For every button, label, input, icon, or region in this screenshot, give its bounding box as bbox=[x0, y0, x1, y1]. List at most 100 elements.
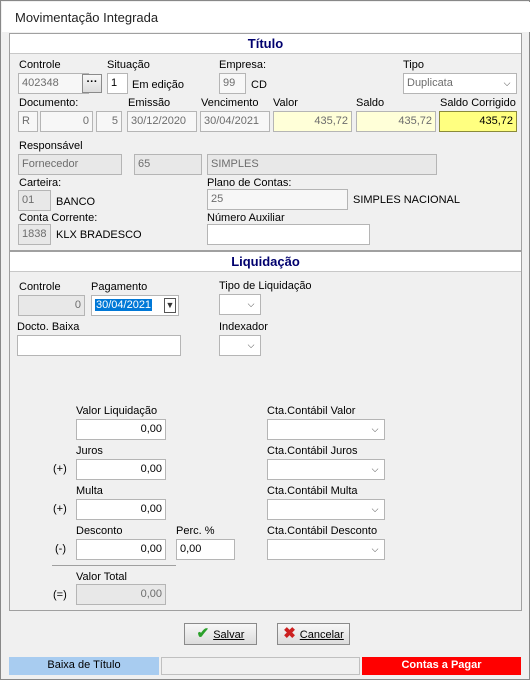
conta-corrente-label: Conta Corrente: bbox=[19, 212, 98, 224]
emissao-label: Emissão bbox=[128, 97, 171, 109]
titulo-panel: Título Controle 402348 ··· Situação 1 Em… bbox=[9, 33, 522, 251]
chevron-down-icon: ⌵ bbox=[503, 78, 511, 88]
empresa-label: Empresa: bbox=[219, 59, 267, 71]
vencimento-field[interactable]: 30/04/2021 bbox=[200, 111, 270, 132]
chevron-down-icon: ⌵ bbox=[371, 464, 379, 474]
cta-valor-label: Cta.Contábil Valor bbox=[267, 405, 356, 417]
multa-field[interactable]: 0,00 bbox=[76, 499, 166, 520]
desconto-label: Desconto bbox=[76, 525, 123, 537]
cancel-label: Cancelar bbox=[299, 629, 344, 641]
valor-total-field[interactable]: 0,00 bbox=[76, 584, 166, 605]
cta-juros-select[interactable]: ⌵ bbox=[267, 459, 385, 480]
title-bar: Movimentação Integrada bbox=[2, 2, 530, 32]
status-right: Contas a Pagar bbox=[362, 657, 521, 675]
cta-desconto-select[interactable]: ⌵ bbox=[267, 539, 385, 560]
multa-label: Multa bbox=[76, 485, 103, 497]
chevron-down-icon: ⌵ bbox=[371, 424, 379, 434]
total-divider bbox=[52, 565, 176, 566]
plano-contas-code-field[interactable]: 25 bbox=[207, 189, 348, 210]
cta-desconto-label: Cta.Contábil Desconto bbox=[267, 525, 378, 537]
close-icon: ✖ bbox=[283, 625, 296, 642]
responsavel-code-field[interactable]: 65 bbox=[134, 154, 202, 175]
conta-corrente-name: KLX BRADESCO bbox=[56, 229, 142, 241]
main-window: Movimentação Integrada Título Controle 4… bbox=[0, 0, 530, 680]
indexador-select[interactable]: ⌵ bbox=[219, 335, 261, 356]
tipo-liquidacao-select[interactable]: ⌵ bbox=[219, 294, 261, 315]
saldo-label: Saldo bbox=[356, 97, 385, 109]
juros-field[interactable]: 0,00 bbox=[76, 459, 166, 480]
carteira-code-field[interactable]: 01 bbox=[18, 190, 51, 211]
carteira-label: Carteira: bbox=[19, 177, 62, 189]
pagamento-date-picker[interactable]: 30/04/2021 ▼ bbox=[91, 295, 179, 316]
controle-field[interactable]: 402348 bbox=[18, 73, 89, 94]
docto-baixa-label: Docto. Baixa bbox=[17, 321, 80, 333]
indexador-label: Indexador bbox=[219, 321, 268, 333]
docto-baixa-field[interactable] bbox=[17, 335, 181, 356]
documento-number-field[interactable]: 0 bbox=[40, 111, 93, 132]
controle-lookup-button[interactable]: ··· bbox=[82, 74, 102, 93]
chevron-down-icon: ⌵ bbox=[371, 544, 379, 554]
valor-label: Valor bbox=[273, 97, 298, 109]
conta-corrente-code-field[interactable]: 1838 bbox=[18, 224, 51, 245]
window-title: Movimentação Integrada bbox=[15, 10, 159, 25]
check-icon: ✔ bbox=[196, 625, 210, 642]
chevron-down-icon: ⌵ bbox=[371, 504, 379, 514]
liquidacao-panel: Liquidação Controle 0 Pagamento 30/04/20… bbox=[9, 251, 522, 611]
situacao-field[interactable]: 1 bbox=[107, 73, 128, 94]
juros-label: Juros bbox=[76, 445, 103, 457]
cta-valor-select[interactable]: ⌵ bbox=[267, 419, 385, 440]
numero-auxiliar-field[interactable] bbox=[207, 224, 370, 245]
perc-field[interactable]: 0,00 bbox=[176, 539, 235, 560]
cancel-button[interactable]: ✖ Cancelar bbox=[277, 623, 350, 645]
plano-contas-name: SIMPLES NACIONAL bbox=[353, 194, 460, 206]
valor-total-label: Valor Total bbox=[76, 571, 127, 583]
multa-sign: (+) bbox=[53, 503, 67, 515]
valor-liquidacao-field[interactable]: 0,00 bbox=[76, 419, 166, 440]
tipo-liquidacao-label: Tipo de Liquidação bbox=[219, 280, 312, 292]
cta-multa-label: Cta.Contábil Multa bbox=[267, 485, 358, 497]
tipo-value: Duplicata bbox=[407, 77, 453, 89]
juros-sign: (+) bbox=[53, 463, 67, 475]
status-middle bbox=[161, 657, 360, 675]
empresa-field[interactable]: 99 bbox=[219, 73, 246, 94]
documento-prefix-field[interactable]: R bbox=[18, 111, 38, 132]
empresa-text: CD bbox=[251, 79, 267, 91]
tipo-label: Tipo bbox=[403, 59, 424, 71]
liq-controle-field[interactable]: 0 bbox=[18, 295, 85, 316]
documento-parcela-field[interactable]: 5 bbox=[96, 111, 122, 132]
pagamento-label: Pagamento bbox=[91, 281, 148, 293]
titulo-header: Título bbox=[10, 34, 521, 54]
emissao-field[interactable]: 30/12/2020 bbox=[127, 111, 197, 132]
liquidacao-header: Liquidação bbox=[10, 252, 521, 272]
pagamento-value: 30/04/2021 bbox=[95, 299, 153, 311]
saldo-corrigido-label: Saldo Corrigido bbox=[440, 97, 516, 109]
situacao-text: Em edição bbox=[132, 79, 184, 91]
liq-controle-label: Controle bbox=[19, 281, 61, 293]
saldo-field[interactable]: 435,72 bbox=[356, 111, 436, 132]
cta-multa-select[interactable]: ⌵ bbox=[267, 499, 385, 520]
valor-total-sign: (=) bbox=[53, 589, 67, 601]
chevron-down-icon: ⌵ bbox=[247, 299, 255, 309]
responsavel-label: Responsável bbox=[19, 140, 83, 152]
save-button[interactable]: ✔ Salvar bbox=[184, 623, 257, 645]
desconto-field[interactable]: 0,00 bbox=[76, 539, 166, 560]
plano-contas-label: Plano de Contas: bbox=[207, 177, 292, 189]
tipo-select[interactable]: Duplicata ⌵ bbox=[403, 73, 517, 94]
situacao-label: Situação bbox=[107, 59, 150, 71]
responsavel-type-field[interactable]: Fornecedor bbox=[18, 154, 122, 175]
numero-auxiliar-label: Número Auxiliar bbox=[207, 212, 285, 224]
chevron-down-icon: ⌵ bbox=[247, 340, 255, 350]
chevron-down-icon[interactable]: ▼ bbox=[164, 298, 176, 313]
controle-label: Controle bbox=[19, 59, 61, 71]
desconto-sign: (-) bbox=[55, 543, 66, 555]
status-left: Baixa de Título bbox=[9, 657, 159, 675]
valor-field[interactable]: 435,72 bbox=[273, 111, 352, 132]
save-label: Salvar bbox=[213, 629, 245, 641]
valor-liquidacao-label: Valor Liquidação bbox=[76, 405, 158, 417]
perc-label: Perc. % bbox=[176, 525, 215, 537]
cta-juros-label: Cta.Contábil Juros bbox=[267, 445, 358, 457]
carteira-name: BANCO bbox=[56, 196, 96, 208]
documento-label: Documento: bbox=[19, 97, 79, 109]
responsavel-name-field[interactable]: SIMPLES bbox=[207, 154, 437, 175]
saldo-corrigido-field[interactable]: 435,72 bbox=[439, 111, 517, 132]
